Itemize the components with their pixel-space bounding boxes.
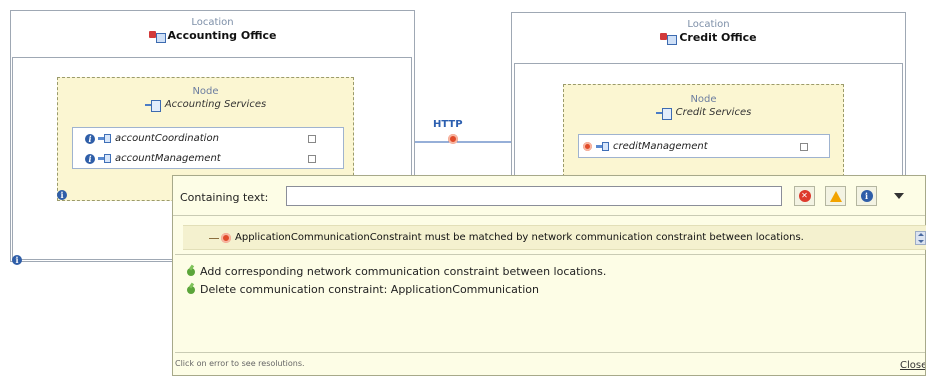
location-name: Accounting Office bbox=[167, 29, 277, 42]
component-list: creditManagement bbox=[578, 134, 830, 158]
component-name: creditManagement bbox=[613, 141, 708, 152]
problems-popup: Containing text: ✕ i ApplicationCommunic… bbox=[172, 175, 926, 376]
quick-fix-icon bbox=[187, 285, 195, 294]
info-icon: i bbox=[85, 133, 95, 144]
scroll-up-icon bbox=[917, 233, 924, 236]
component-row[interactable]: creditManagement bbox=[583, 138, 823, 155]
location-icon bbox=[660, 32, 678, 45]
resolution-text: Add corresponding network communication … bbox=[200, 265, 607, 278]
location-title: Credit Office bbox=[660, 31, 757, 45]
warning-icon bbox=[829, 190, 842, 202]
component-list: i accountCoordination i accountManagemen… bbox=[72, 127, 344, 169]
connection-label[interactable]: HTTP bbox=[433, 117, 473, 130]
close-link[interactable]: Close bbox=[900, 360, 925, 371]
error-marker bbox=[209, 233, 231, 243]
component-name: accountManagement bbox=[115, 153, 221, 164]
resolution-item[interactable]: Add corresponding network communication … bbox=[187, 263, 606, 280]
view-menu-button[interactable] bbox=[889, 186, 909, 206]
node-type-label: Node bbox=[690, 94, 717, 105]
info-icon: i bbox=[85, 153, 95, 164]
resolution-item[interactable]: Delete communication constraint: Applica… bbox=[187, 281, 539, 298]
filter-input[interactable] bbox=[286, 186, 782, 206]
error-icon bbox=[448, 134, 458, 144]
filter-bar: Containing text: ✕ i bbox=[173, 176, 925, 216]
error-icon bbox=[583, 142, 592, 151]
node-name: Credit Services bbox=[675, 107, 752, 118]
component-row[interactable]: i accountManagement bbox=[85, 150, 335, 167]
location-header: Location Credit Office bbox=[512, 13, 905, 47]
component-name: accountCoordination bbox=[115, 133, 219, 144]
port-marker[interactable] bbox=[308, 155, 316, 163]
location-name: Credit Office bbox=[679, 31, 757, 44]
location-info-badge[interactable]: i bbox=[12, 253, 22, 266]
location-header: Location Accounting Office bbox=[11, 11, 414, 45]
list-scroll-button[interactable] bbox=[915, 231, 926, 245]
location-icon bbox=[148, 30, 166, 43]
connection-error-marker[interactable] bbox=[448, 134, 458, 147]
port-marker[interactable] bbox=[308, 135, 316, 143]
info-icon: i bbox=[12, 255, 22, 265]
quick-fix-icon bbox=[187, 267, 195, 276]
location-title: Accounting Office bbox=[148, 29, 277, 43]
component-icon bbox=[596, 141, 610, 152]
component-row[interactable]: i accountCoordination bbox=[85, 130, 335, 147]
status-text: Click on error to see resolutions. bbox=[175, 359, 305, 368]
node-title: Accounting Services bbox=[58, 98, 353, 112]
node-credit-services[interactable]: Node Credit Services bbox=[563, 84, 844, 177]
filter-label: Containing text: bbox=[180, 191, 269, 204]
resolution-text: Delete communication constraint: Applica… bbox=[200, 283, 539, 296]
error-message: ApplicationCommunicationConstraint must … bbox=[235, 232, 804, 243]
error-list-item[interactable]: ApplicationCommunicationConstraint must … bbox=[183, 225, 926, 250]
scroll-down-icon bbox=[917, 240, 924, 243]
tree-connector bbox=[209, 237, 219, 239]
connection-protocol-label: HTTP bbox=[433, 119, 463, 130]
component-icon bbox=[98, 133, 112, 144]
chevron-down-icon bbox=[894, 193, 904, 199]
component-icon bbox=[98, 153, 112, 164]
error-icon bbox=[221, 233, 231, 243]
node-info-badge[interactable]: i bbox=[57, 188, 67, 201]
location-type-label: Location bbox=[687, 19, 730, 30]
show-warnings-button[interactable] bbox=[825, 186, 846, 206]
node-title: Credit Services bbox=[564, 106, 843, 120]
node-icon bbox=[144, 99, 161, 112]
location-type-label: Location bbox=[191, 17, 234, 28]
show-info-button[interactable]: i bbox=[856, 186, 877, 206]
resolutions-panel: Add corresponding network communication … bbox=[175, 254, 925, 353]
info-icon: i bbox=[860, 190, 873, 202]
node-type-label: Node bbox=[192, 86, 219, 97]
show-errors-button[interactable]: ✕ bbox=[794, 186, 815, 206]
port-marker[interactable] bbox=[800, 143, 808, 151]
node-icon bbox=[655, 107, 672, 120]
error-icon: ✕ bbox=[798, 190, 811, 202]
info-icon: i bbox=[57, 190, 67, 200]
node-name: Accounting Services bbox=[164, 99, 267, 110]
